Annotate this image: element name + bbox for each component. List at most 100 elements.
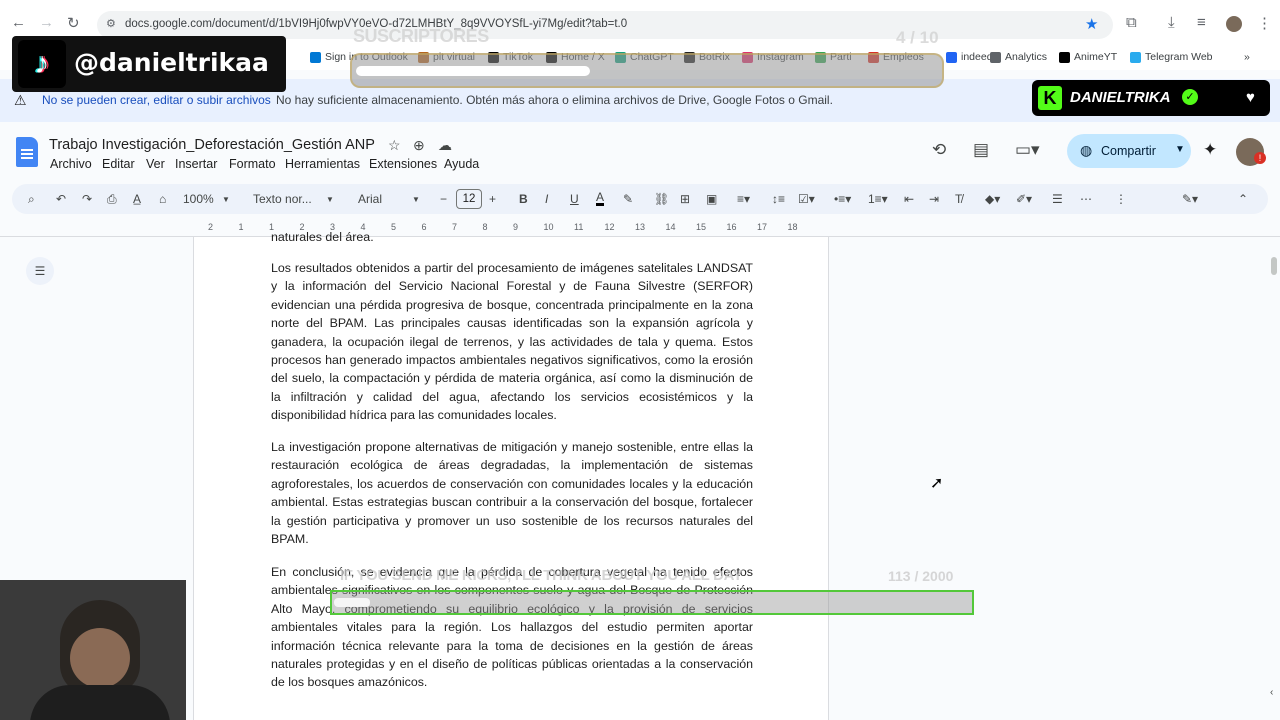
font-size-input[interactable]: 12 <box>456 189 482 209</box>
scrollbar[interactable]: ‹ <box>1268 237 1280 720</box>
menu-extensiones[interactable]: Extensiones <box>369 157 437 171</box>
warning-title: No se pueden crear, editar o subir archi… <box>42 93 271 107</box>
border-color-icon[interactable]: ✐▾ <box>1016 192 1032 206</box>
paragraph-proposal[interactable]: La investigación propone alternativas de… <box>271 438 753 548</box>
more-icon[interactable]: ⋮ <box>1115 192 1127 206</box>
subscribers-goal-label: SUSCRIPTORES <box>353 26 489 46</box>
comments-icon[interactable]: ▤ <box>973 140 989 160</box>
undo-icon[interactable]: ↶ <box>56 192 66 206</box>
tiktok-handle: @danieltrikaa <box>74 48 269 77</box>
bookmark-favicon-icon <box>990 51 1001 63</box>
profile-avatar[interactable] <box>1226 16 1242 32</box>
share-button[interactable]: ◍ Compartir ▼ <box>1067 134 1191 168</box>
border-dash-icon[interactable]: ⋯ <box>1080 192 1092 206</box>
site-info-icon[interactable]: ⚙ <box>106 17 116 30</box>
back-icon[interactable]: ← <box>11 14 26 31</box>
bullet-list-icon[interactable]: •≡▾ <box>834 192 851 206</box>
menu-archivo[interactable]: Archivo <box>50 157 92 171</box>
print-icon[interactable]: ⎙ <box>107 192 117 207</box>
paint-format-icon[interactable]: ⌂ <box>159 192 166 206</box>
link-icon[interactable]: ⛓ <box>654 192 669 206</box>
kicks-goal-bar <box>330 590 974 615</box>
menu-formato[interactable]: Formato <box>229 157 276 171</box>
decrease-indent-icon[interactable]: ⇤ <box>904 192 914 206</box>
style-select[interactable]: Texto nor... <box>253 192 312 206</box>
document-page[interactable]: naturales del área. Los resultados obten… <box>193 230 829 720</box>
line-spacing-icon[interactable]: ↕≡ <box>772 192 785 206</box>
tiktok-overlay: ♪ @danieltrikaa <box>12 36 286 92</box>
subscribers-goal-fill <box>356 66 591 76</box>
text-color-icon[interactable]: A <box>596 191 605 206</box>
border-weight-icon[interactable]: ☰ <box>1052 192 1063 206</box>
redo-icon[interactable]: ↷ <box>82 192 92 206</box>
paragraph-results[interactable]: Los resultados obtenidos a partir del pr… <box>271 259 753 425</box>
bookmark-item[interactable]: Telegram Web <box>1130 51 1213 63</box>
decrease-font-icon[interactable]: − <box>440 192 447 206</box>
forward-icon[interactable]: → <box>39 14 54 31</box>
align-icon[interactable]: ≡▾ <box>737 192 750 206</box>
fill-color-icon[interactable]: ◆▾ <box>985 192 1000 206</box>
cloud-status-icon[interactable]: ☁ <box>438 137 452 154</box>
bookmarks-overflow-icon[interactable]: » <box>1244 51 1250 63</box>
chevron-down-icon[interactable]: ▼ <box>412 195 420 204</box>
document-title[interactable]: Trabajo Investigación_Deforestación_Gest… <box>49 137 375 153</box>
clear-format-icon[interactable]: T̸ <box>955 192 962 206</box>
paragraph-partial[interactable]: naturales del área. <box>271 228 753 246</box>
italic-icon[interactable]: I <box>545 192 548 206</box>
zoom-select[interactable]: 100% <box>183 192 214 206</box>
collapse-icon[interactable]: ‹ <box>1270 687 1273 698</box>
star-icon[interactable]: ☆ <box>388 137 401 154</box>
menu-dots-icon[interactable]: ⋮ <box>1257 14 1272 32</box>
hide-menus-icon[interactable]: ⌃ <box>1238 192 1248 206</box>
chevron-down-icon[interactable]: ▼ <box>1175 144 1185 155</box>
globe-icon: ◍ <box>1080 142 1093 158</box>
bookmark-item[interactable]: AnimeYT <box>1059 51 1117 63</box>
editing-mode-icon[interactable]: ✎▾ <box>1182 192 1198 206</box>
image-icon[interactable]: ▣ <box>706 192 717 206</box>
increase-font-icon[interactable]: + <box>489 192 496 206</box>
docs-logo-icon[interactable] <box>16 137 38 167</box>
scroll-thumb[interactable] <box>1271 257 1277 275</box>
move-folder-icon[interactable]: ⊕ <box>413 137 425 154</box>
search-menus-icon[interactable]: ⌕ <box>28 192 35 207</box>
reload-icon[interactable]: ↻ <box>67 14 80 32</box>
numbered-list-icon[interactable]: 1≡▾ <box>868 192 888 206</box>
highlight-icon[interactable]: ✎ <box>623 192 633 206</box>
increase-indent-icon[interactable]: ⇥ <box>929 192 939 206</box>
bookmark-item[interactable]: Analytics <box>990 51 1047 63</box>
media-icon[interactable]: ≡ <box>1197 14 1206 31</box>
ruler-tick-label: 17 <box>757 222 768 232</box>
subscribers-goal-count: 4 / 10 <box>896 28 939 47</box>
webcam-person-face <box>70 628 130 688</box>
menu-editar[interactable]: Editar <box>102 157 135 171</box>
bookmark-label: Analytics <box>1005 51 1048 63</box>
document-canvas: ☰ naturales del área. Los resultados obt… <box>0 230 1268 720</box>
bookmark-star-icon[interactable]: ★ <box>1085 15 1098 33</box>
spellcheck-icon[interactable]: A̲ <box>133 192 141 206</box>
gemini-icon[interactable]: ✦ <box>1203 140 1217 160</box>
bookmark-label: Telegram Web <box>1145 51 1213 63</box>
share-button-label: Compartir <box>1101 144 1156 158</box>
kicks-goal-text: IF YOU SEND ME KICKS, I'LL THINK ABOUT Y… <box>340 567 743 584</box>
meet-icon[interactable]: ▭▾ <box>1015 140 1040 160</box>
menu-ayuda[interactable]: Ayuda <box>444 157 479 171</box>
bold-icon[interactable]: B <box>519 192 528 206</box>
menu-ver[interactable]: Ver <box>146 157 165 171</box>
download-icon[interactable]: ⤓ <box>1168 14 1175 31</box>
outline-icon[interactable]: ☰ <box>26 257 54 285</box>
bookmark-favicon-icon <box>1059 51 1070 63</box>
warning-text[interactable]: No hay suficiente almacenamiento. Obtén … <box>276 93 833 107</box>
history-icon[interactable]: ⟲ <box>932 140 946 160</box>
kick-logo-icon: K <box>1038 86 1062 110</box>
comment-add-icon[interactable]: ⊞ <box>680 192 690 206</box>
menu-herramientas[interactable]: Herramientas <box>285 157 360 171</box>
chevron-down-icon[interactable]: ▼ <box>326 195 334 204</box>
address-bar[interactable]: ⚙ docs.google.com/document/d/1bVI9Hj0fwp… <box>97 11 1113 39</box>
menu-insertar[interactable]: Insertar <box>175 157 217 171</box>
underline-icon[interactable]: U <box>570 192 579 206</box>
extensions-icon[interactable]: ⧉ <box>1126 14 1137 31</box>
bookmark-item[interactable]: indeed <box>946 51 993 63</box>
checklist-icon[interactable]: ☑▾ <box>798 192 815 206</box>
chevron-down-icon[interactable]: ▼ <box>222 195 230 204</box>
font-select[interactable]: Arial <box>358 192 382 206</box>
